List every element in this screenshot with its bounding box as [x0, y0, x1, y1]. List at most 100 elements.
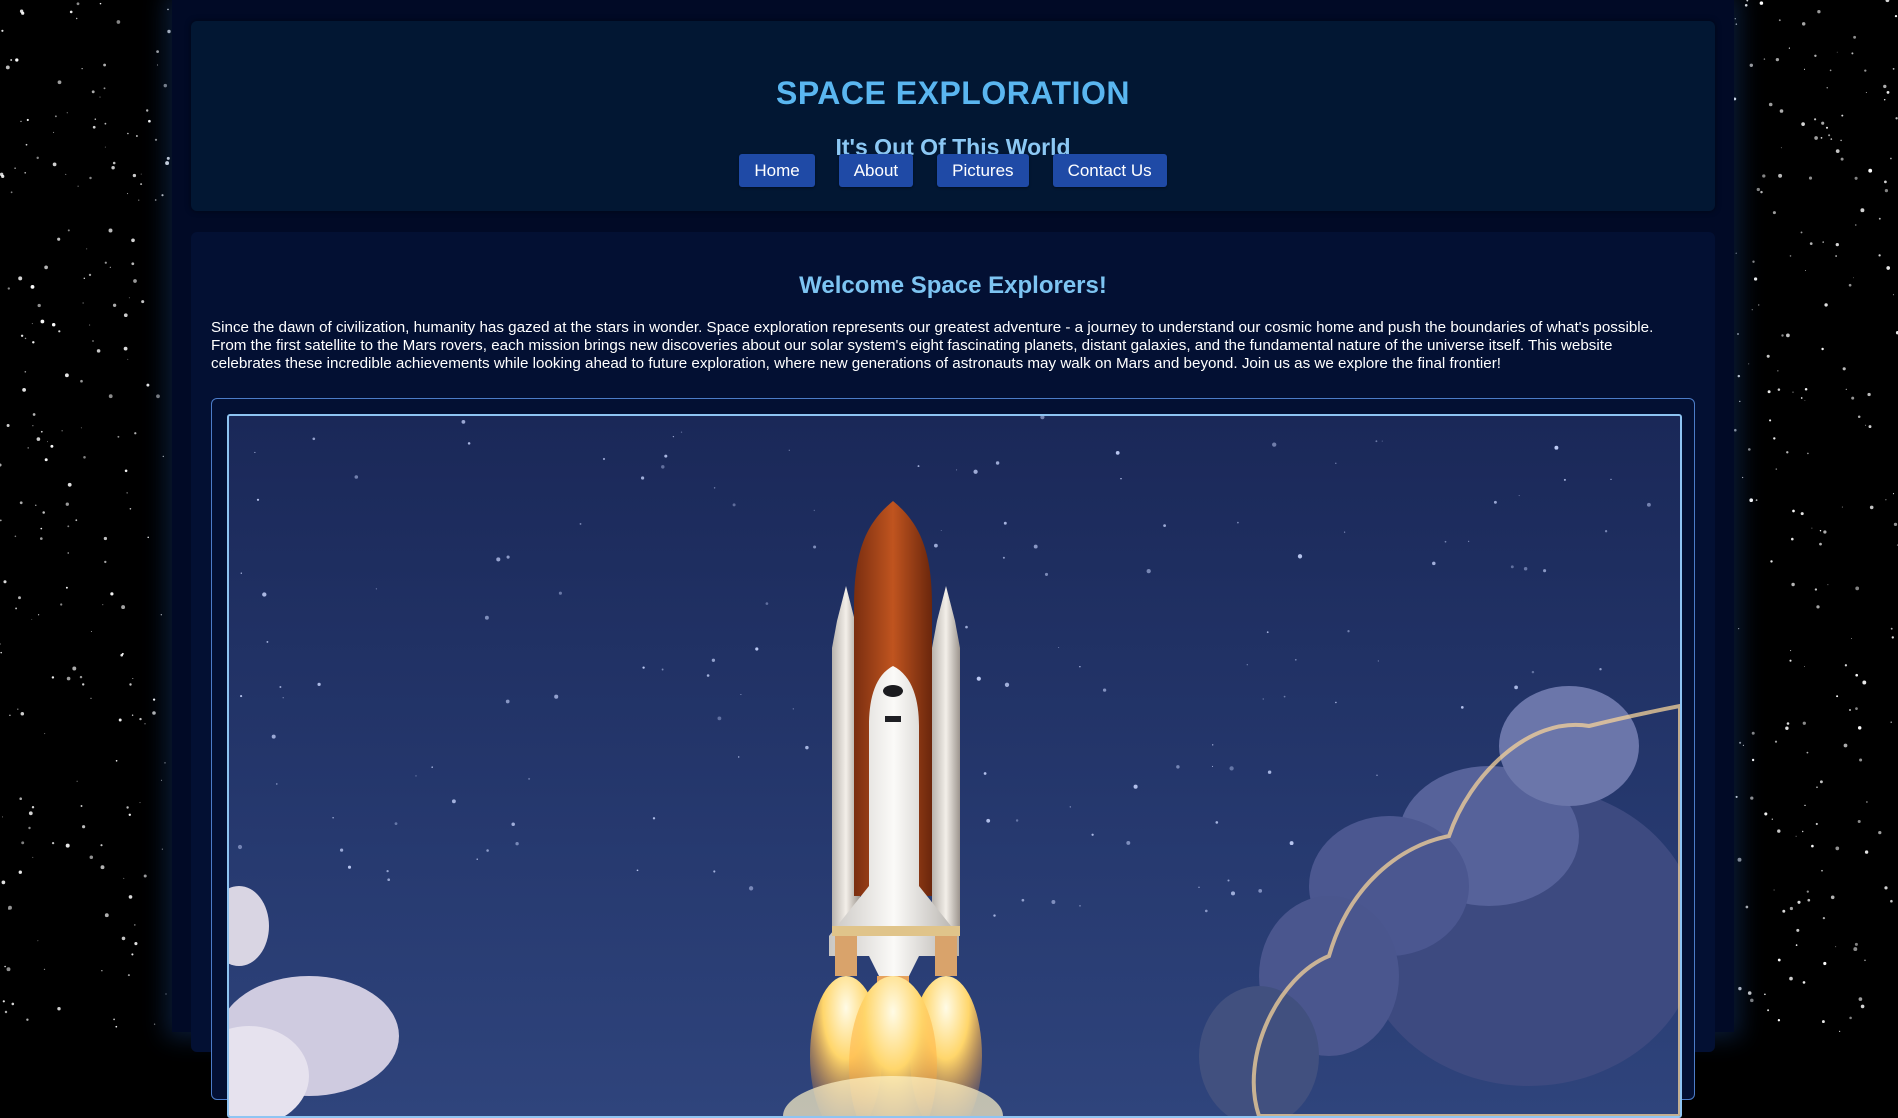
star: [1884, 886, 1888, 890]
star: [1869, 505, 1874, 510]
star: [140, 173, 142, 175]
star: [1855, 224, 1857, 226]
star: [1864, 959, 1866, 962]
sky-star: [737, 756, 740, 758]
sky-star: [813, 545, 817, 549]
star: [1800, 397, 1803, 399]
star: [111, 165, 115, 170]
star: [1814, 588, 1818, 591]
star: [5, 65, 10, 70]
star: [30, 285, 35, 289]
sky-star: [740, 693, 742, 696]
star: [1750, 998, 1754, 1003]
sky-star: [805, 745, 809, 750]
star: [1807, 452, 1809, 455]
star: [1790, 650, 1792, 652]
sky-star: [386, 869, 389, 873]
star: [1829, 69, 1832, 72]
star: [134, 942, 138, 946]
star: [1886, 266, 1891, 270]
star: [0, 172, 4, 177]
nav-home-button[interactable]: Home: [739, 154, 815, 187]
star: [1802, 981, 1806, 984]
sky-star: [713, 487, 716, 489]
star: [1826, 87, 1828, 89]
star: [32, 425, 34, 427]
nav-pictures-button[interactable]: Pictures: [937, 154, 1029, 187]
star: [19, 9, 24, 13]
star: [57, 1007, 61, 1011]
star: [1738, 986, 1742, 991]
star: [31, 805, 35, 809]
star: [1792, 391, 1794, 393]
star: [1820, 137, 1823, 139]
star: [11, 1002, 15, 1006]
star: [1739, 400, 1741, 403]
star: [79, 675, 83, 679]
star: [139, 717, 142, 721]
star: [1816, 605, 1820, 609]
star: [1848, 283, 1852, 287]
star: [1814, 118, 1817, 121]
star: [1815, 822, 1818, 826]
star: [1855, 586, 1860, 591]
sky-star: [347, 865, 352, 869]
star: [1853, 35, 1857, 39]
star: [18, 596, 21, 600]
nav-contact-button[interactable]: Contact Us: [1052, 154, 1167, 187]
star: [96, 349, 101, 353]
star: [1855, 673, 1859, 677]
star: [80, 427, 82, 429]
star: [1791, 537, 1794, 541]
star: [128, 297, 130, 299]
sky-star: [1003, 521, 1007, 525]
sky-star: [813, 509, 815, 512]
star: [25, 143, 28, 146]
sky-star: [1460, 706, 1464, 709]
star: [134, 432, 137, 435]
sky-star: [1297, 554, 1303, 559]
star: [1821, 869, 1823, 872]
star: [132, 677, 134, 680]
sky-star: [254, 451, 256, 453]
sky-star: [1079, 905, 1081, 907]
star: [15, 58, 19, 62]
star: [1841, 114, 1844, 117]
star: [112, 303, 117, 307]
star: [1800, 231, 1803, 234]
sky-star: [554, 694, 559, 699]
sky-star: [266, 640, 269, 643]
star: [127, 132, 129, 135]
star: [1777, 370, 1779, 372]
star: [1753, 277, 1758, 281]
star: [61, 430, 63, 432]
sky-star: [1604, 530, 1608, 533]
sky-star: [965, 625, 968, 629]
star: [1840, 139, 1842, 142]
sky-star: [661, 465, 665, 469]
star: [115, 1025, 118, 1028]
sky-star: [354, 475, 359, 479]
sky-star: [934, 543, 938, 548]
star: [1752, 260, 1755, 263]
star: [1781, 334, 1784, 337]
nav-about-button[interactable]: About: [838, 154, 914, 187]
star: [1786, 451, 1789, 454]
sky-star: [1381, 440, 1383, 442]
star: [40, 430, 43, 433]
star: [1814, 54, 1817, 57]
star: [1878, 217, 1881, 220]
star: [1835, 242, 1839, 247]
star: [1777, 1019, 1781, 1022]
star: [53, 131, 55, 133]
star: [99, 96, 101, 98]
star: [57, 80, 62, 85]
star: [27, 447, 29, 449]
star: [1854, 176, 1858, 180]
star: [1817, 10, 1821, 14]
sky-star: [1033, 544, 1038, 549]
star: [31, 619, 33, 620]
sky-star: [641, 476, 645, 480]
star: [1892, 68, 1895, 70]
star: [157, 64, 159, 66]
